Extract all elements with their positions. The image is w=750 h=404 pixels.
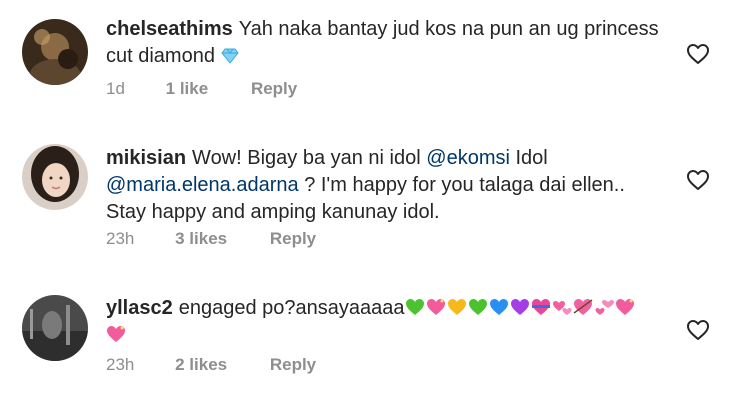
avatar-yllasc2[interactable] <box>22 295 88 361</box>
comment-meta: 23h 2 likes Reply <box>106 355 316 375</box>
comment-time[interactable]: 23h <box>106 229 134 249</box>
yellow-heart-icon <box>447 297 467 315</box>
avatar-chelseathims[interactable] <box>22 19 88 85</box>
sparkling-heart-icon <box>106 324 126 342</box>
comment-username[interactable]: mikisian <box>106 147 186 169</box>
diamond-emoji-icon <box>220 45 239 67</box>
comment-meta: 23h 3 likes Reply <box>106 229 316 249</box>
comment-username[interactable]: chelseathims <box>106 18 233 40</box>
like-heart-icon[interactable] <box>686 168 710 192</box>
comment-time[interactable]: 23h <box>106 355 134 375</box>
mention-link[interactable]: @ekomsi <box>426 147 510 169</box>
comment-text: yllasc2 engaged po?ansayaaaaa <box>106 295 666 349</box>
comment-username[interactable]: yllasc2 <box>106 297 173 319</box>
blue-heart-icon <box>489 297 509 315</box>
comment-likes[interactable]: 2 likes <box>175 355 227 375</box>
mention-link[interactable]: @maria.elena.adarna <box>106 174 299 196</box>
revolving-hearts-icon <box>552 297 572 315</box>
comment-likes[interactable]: 1 like <box>166 79 209 99</box>
green-heart-icon <box>468 297 488 315</box>
purple-heart-icon <box>510 297 530 315</box>
like-heart-icon[interactable] <box>686 42 710 66</box>
avatar-mikisian[interactable] <box>22 144 88 210</box>
comment-body: engaged po?ansayaaaaa <box>178 297 405 319</box>
reply-button[interactable]: Reply <box>270 229 316 249</box>
comment-text: mikisian Wow! Bigay ba yan ni idol @ekoms… <box>106 145 666 226</box>
comment-meta: 1d 1 like Reply <box>106 79 297 99</box>
sparkling-heart-icon <box>615 297 635 315</box>
reply-button[interactable]: Reply <box>251 79 297 99</box>
heart-ribbon-icon <box>531 297 551 315</box>
comment-body-a: Wow! Bigay ba yan ni idol <box>192 147 421 169</box>
like-heart-icon[interactable] <box>686 318 710 342</box>
two-hearts-icon <box>594 297 614 315</box>
comment-body-b: Idol <box>509 147 548 169</box>
sparkling-heart-icon <box>426 297 446 315</box>
comment-likes[interactable]: 3 likes <box>175 229 227 249</box>
comment-time[interactable]: 1d <box>106 79 125 99</box>
reply-button[interactable]: Reply <box>270 355 316 375</box>
heart-arrow-icon <box>573 297 593 315</box>
green-heart-icon <box>405 297 425 315</box>
comment-text: chelseathims Yah naka bantay jud kos na p… <box>106 16 666 70</box>
